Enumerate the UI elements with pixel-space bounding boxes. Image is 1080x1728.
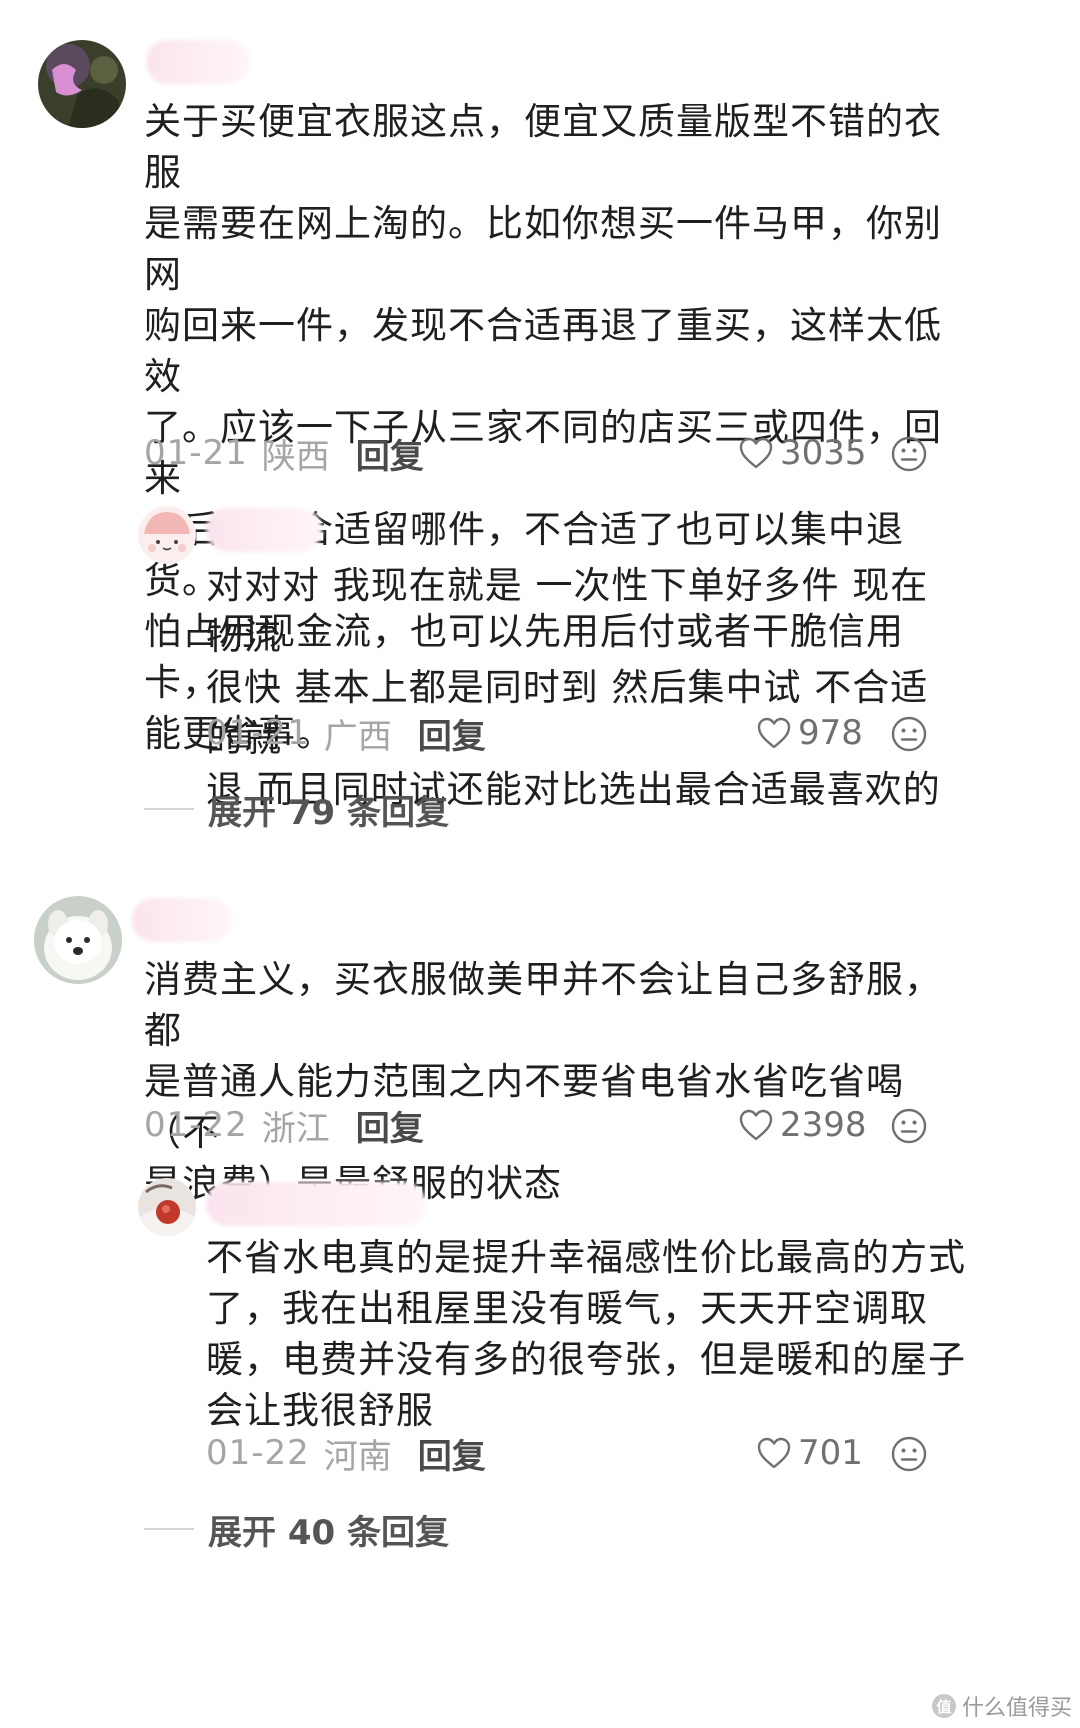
comment-text: 消费主义，买衣服做美甲并不会让自己多舒服，都 是普通人能力范围之内不要省电省水省… bbox=[144, 958, 942, 1205]
reply-like-button[interactable]: 701 bbox=[756, 1430, 863, 1476]
comment-meta: 01-21 陕西 回复 bbox=[144, 429, 424, 478]
reply-username-blurred bbox=[206, 508, 322, 552]
heart-icon bbox=[739, 437, 773, 469]
username-blurred bbox=[132, 898, 232, 942]
comment-region: 浙江 bbox=[261, 1108, 330, 1149]
comment-date: 01-22 bbox=[144, 1105, 248, 1145]
emoji-reaction-icon[interactable] bbox=[890, 715, 928, 753]
emoji-reaction-icon[interactable] bbox=[890, 435, 928, 473]
like-count: 3035 bbox=[780, 433, 867, 473]
divider bbox=[144, 808, 194, 810]
reply-user-avatar[interactable] bbox=[138, 506, 196, 564]
expand-replies-label: 展开 79 条回复 bbox=[208, 792, 449, 833]
emoji-reaction-icon[interactable] bbox=[890, 1107, 928, 1145]
comment-meta: 01-22 浙江 回复 bbox=[144, 1101, 424, 1150]
comment-region: 陕西 bbox=[261, 436, 330, 477]
like-count: 701 bbox=[798, 1433, 863, 1473]
expand-replies-label: 展开 40 条回复 bbox=[208, 1512, 449, 1553]
divider bbox=[144, 1528, 194, 1530]
user-avatar[interactable] bbox=[38, 40, 126, 128]
heart-icon bbox=[757, 1437, 791, 1469]
comment-item: 消费主义，买衣服做美甲并不会让自己多舒服，都 是普通人能力范围之内不要省电省水省… bbox=[0, 880, 1080, 1700]
reply-date: 01-22 bbox=[206, 1433, 310, 1473]
watermark-logo: 值 bbox=[931, 1694, 956, 1718]
like-button[interactable]: 3035 bbox=[738, 430, 867, 476]
reply-meta: 01-22 河南 回复 bbox=[206, 1429, 486, 1478]
expand-replies-button[interactable]: 展开 40 条回复 bbox=[144, 1506, 449, 1553]
reply-username-blurred bbox=[206, 1182, 426, 1226]
reply-region: 广西 bbox=[323, 716, 392, 757]
like-button[interactable]: 2398 bbox=[738, 1102, 867, 1148]
comment-date: 01-21 bbox=[144, 433, 248, 473]
watermark: 值 什么值得买 bbox=[931, 1690, 1072, 1722]
reply-like-button[interactable]: 978 bbox=[756, 710, 863, 756]
reply-text: 不省水电真的是提升幸福感性价比最高的方式 了，我在出租屋里没有暖气，天天开空调取… bbox=[206, 1236, 966, 1432]
heart-icon bbox=[757, 717, 791, 749]
reply-button[interactable]: 回复 bbox=[418, 1429, 486, 1478]
emoji-reaction-icon[interactable] bbox=[890, 1435, 928, 1473]
comment-item: 关于买便宜衣服这点，便宜又质量版型不错的衣服 是需要在网上淘的。比如你想买一件马… bbox=[0, 0, 1080, 860]
heart-icon bbox=[739, 1109, 773, 1141]
reply-meta: 01-21 广西 回复 bbox=[206, 709, 486, 758]
like-count: 978 bbox=[798, 713, 863, 753]
username-blurred bbox=[146, 40, 250, 84]
reply-text: 对对对 我现在就是 一次性下单好多件 现在物流 很快 基本上都是同时到 然后集中… bbox=[206, 564, 941, 811]
expand-replies-button[interactable]: 展开 79 条回复 bbox=[144, 786, 449, 833]
like-count: 2398 bbox=[780, 1105, 867, 1145]
reply-button[interactable]: 回复 bbox=[356, 429, 424, 478]
reply-region: 河南 bbox=[323, 1436, 392, 1477]
watermark-text: 什么值得买 bbox=[961, 1696, 1072, 1721]
reply-button[interactable]: 回复 bbox=[418, 709, 486, 758]
reply-user-avatar[interactable] bbox=[138, 1178, 196, 1236]
reply-date: 01-21 bbox=[206, 713, 310, 753]
reply-button[interactable]: 回复 bbox=[356, 1101, 424, 1150]
user-avatar[interactable] bbox=[34, 896, 122, 984]
